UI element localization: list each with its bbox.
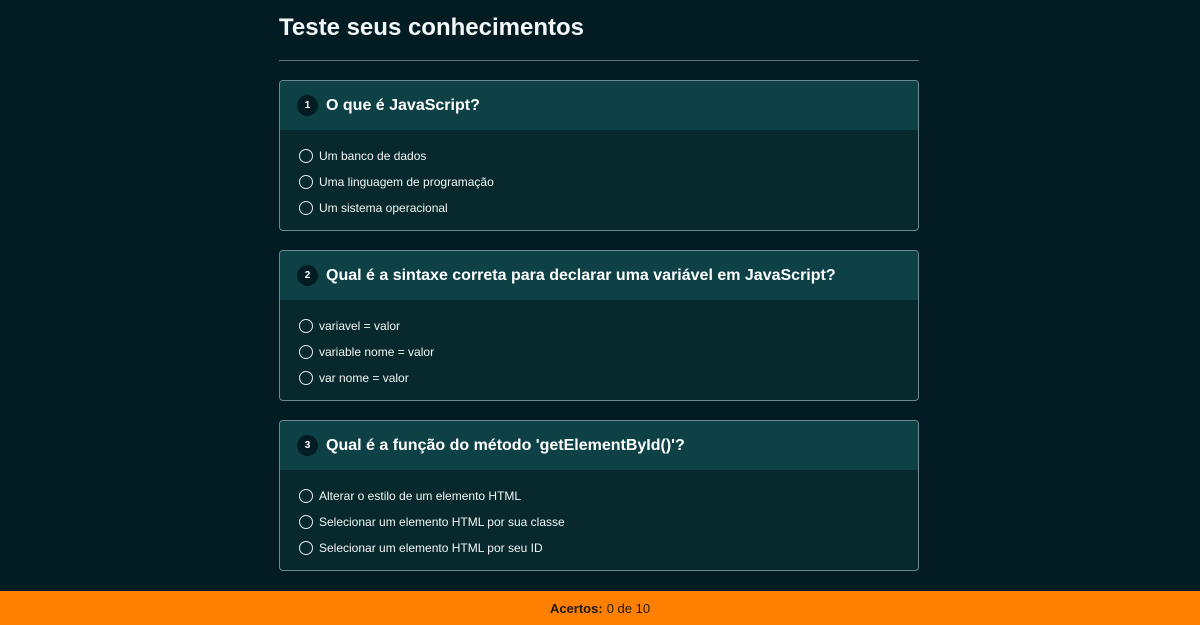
answer-option[interactable]: Um sistema operacional — [299, 195, 918, 221]
answer-option[interactable]: Uma linguagem de programação — [299, 169, 918, 195]
quiz-container: Teste seus conhecimentos 1 O que é JavaS… — [279, 0, 919, 590]
answer-option-label: Uma linguagem de programação — [319, 175, 494, 189]
answer-option-label: Selecionar um elemento HTML por sua clas… — [319, 515, 565, 529]
answer-option-label: variavel = valor — [319, 319, 401, 333]
answer-option[interactable]: var nome = valor — [299, 365, 918, 391]
answer-options: variavel = valor variable nome = valor v… — [280, 300, 918, 391]
radio-button[interactable] — [299, 319, 313, 333]
question-header: 3 Qual é a função do método 'getElementB… — [280, 421, 918, 470]
answer-option-label: Um banco de dados — [319, 149, 427, 163]
score-footer: Acertos: 0 de 10 — [0, 591, 1200, 625]
question-card-1: 1 O que é JavaScript? Um banco de dados … — [279, 80, 919, 231]
question-text: O que é JavaScript? — [326, 96, 480, 114]
answer-option[interactable]: variable nome = valor — [299, 339, 918, 365]
question-header: 1 O que é JavaScript? — [280, 81, 918, 130]
radio-button[interactable] — [299, 175, 313, 189]
radio-button[interactable] — [299, 149, 313, 163]
radio-button[interactable] — [299, 541, 313, 555]
radio-button[interactable] — [299, 515, 313, 529]
answer-option-label: Selecionar um elemento HTML por seu ID — [319, 541, 543, 555]
radio-button[interactable] — [299, 489, 313, 503]
answer-option[interactable]: variavel = valor — [299, 313, 918, 339]
question-number-badge: 1 — [297, 95, 318, 116]
page-title: Teste seus conhecimentos — [279, 14, 584, 41]
answer-option-label: Alterar o estilo de um elemento HTML — [319, 489, 522, 503]
title-divider — [279, 60, 919, 61]
answer-option[interactable]: Selecionar um elemento HTML por sua clas… — [299, 509, 918, 535]
answer-options: Um banco de dados Uma linguagem de progr… — [280, 130, 918, 221]
radio-button[interactable] — [299, 201, 313, 215]
question-text: Qual é a função do método 'getElementByI… — [326, 436, 685, 454]
score-label: Acertos: — [549, 600, 603, 616]
answer-option-label: Um sistema operacional — [319, 201, 448, 215]
question-card-3: 3 Qual é a função do método 'getElementB… — [279, 420, 919, 571]
answer-options: Alterar o estilo de um elemento HTML Sel… — [280, 470, 918, 561]
question-number-badge: 3 — [297, 435, 318, 456]
answer-option[interactable]: Selecionar um elemento HTML por seu ID — [299, 535, 918, 561]
answer-option[interactable]: Um banco de dados — [299, 143, 918, 169]
answer-option-label: variable nome = valor — [319, 345, 435, 359]
question-header: 2 Qual é a sintaxe correta para declarar… — [280, 251, 918, 300]
answer-option-label: var nome = valor — [319, 371, 409, 385]
question-text: Qual é a sintaxe correta para declarar u… — [326, 266, 836, 284]
radio-button[interactable] — [299, 371, 313, 385]
question-card-2: 2 Qual é a sintaxe correta para declarar… — [279, 250, 919, 401]
answer-option[interactable]: Alterar o estilo de um elemento HTML — [299, 483, 918, 509]
radio-button[interactable] — [299, 345, 313, 359]
score-value: 0 de 10 — [606, 600, 651, 616]
question-number-badge: 2 — [297, 265, 318, 286]
